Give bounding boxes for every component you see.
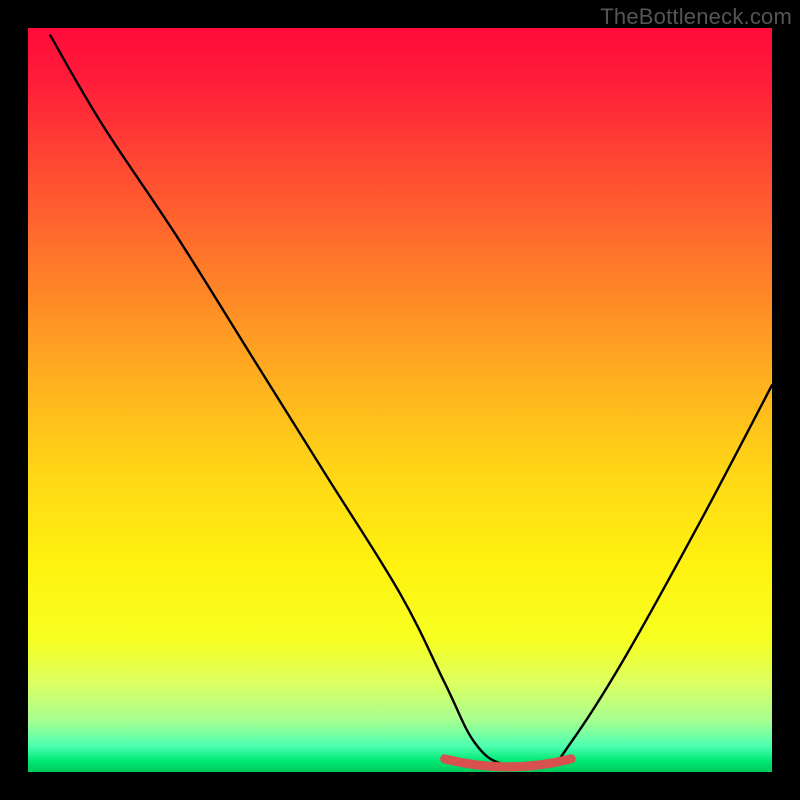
chart-frame [28, 28, 772, 772]
watermark-text: TheBottleneck.com [600, 4, 792, 30]
bottleneck-chart [28, 28, 772, 772]
gradient-background [28, 28, 772, 772]
